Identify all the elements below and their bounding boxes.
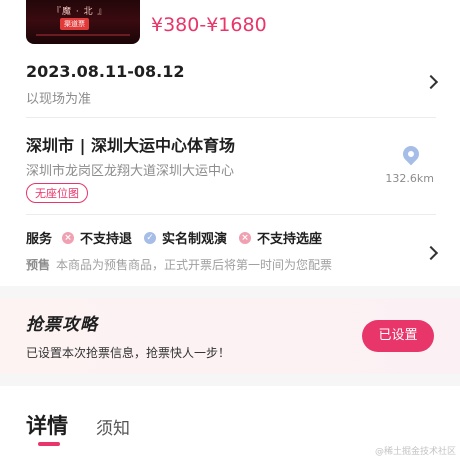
chevron-right-icon: [423, 245, 439, 261]
strategy-title: 抢票攻略: [26, 315, 98, 335]
venue-name: 深圳市 | 深圳大运中心体育场: [26, 136, 235, 155]
presale-text: 本商品为预售商品，正式开票后将第一时间为您配票: [56, 258, 333, 272]
service-item-no-seat-selection: × 不支持选座: [239, 228, 322, 247]
poster-decoration: [36, 34, 130, 36]
active-tab-indicator: [38, 442, 60, 446]
divider: [26, 117, 436, 118]
service-row[interactable]: 服务 × 不支持退 ✓ 实名制观演 × 不支持选座 预售 本商品为预售商品，正式开…: [0, 218, 460, 284]
date-note: 以现场为准: [26, 92, 92, 107]
poster-title-text: 『魔 · 北 』: [52, 7, 108, 17]
watermark: @稀土掘金技术社区: [374, 447, 456, 457]
event-date: 2023.08.11-08.12: [26, 62, 185, 81]
poster-badge: 渠道票: [60, 18, 89, 30]
event-poster-image[interactable]: 『魔 · 北 』 渠道票: [26, 0, 140, 44]
strategy-description: 已设置本次抢票信息，抢票快人一步！: [26, 346, 231, 360]
presale-label: 预售: [26, 258, 51, 272]
tab-notice[interactable]: 须知: [96, 414, 130, 439]
cross-icon: ×: [62, 231, 75, 244]
venue-row[interactable]: 深圳市 | 深圳大运中心体育场 深圳市龙岗区龙翔大道深圳大运中心 无座位图 13…: [0, 120, 460, 215]
service-item-text: 实名制观演: [162, 232, 228, 247]
price-range: ¥380-¥1680: [151, 14, 267, 36]
check-icon: ✓: [144, 231, 157, 244]
seat-map-tag: 无座位图: [26, 183, 88, 203]
service-item-text: 不支持退: [80, 232, 133, 247]
service-item-real-name: ✓ 实名制观演: [144, 228, 227, 247]
venue-distance: 132.6km: [385, 172, 434, 185]
service-item-text: 不支持选座: [257, 232, 323, 247]
tab-details[interactable]: 详情: [26, 410, 68, 440]
service-label: 服务: [26, 232, 53, 247]
chevron-right-icon: [423, 74, 439, 90]
service-item-no-refund: × 不支持退: [62, 228, 132, 247]
event-header: 『魔 · 北 』 渠道票 ¥380-¥1680: [0, 0, 460, 46]
cross-icon: ×: [239, 231, 252, 244]
detail-tabs: 详情 须知 @稀土掘金技术社区: [0, 386, 460, 460]
service-list: 服务 × 不支持退 ✓ 实名制观演 × 不支持选座: [26, 228, 334, 247]
ticket-strategy-banner: 抢票攻略 已设置本次抢票信息，抢票快人一步！ 已设置: [0, 298, 460, 374]
divider: [26, 214, 436, 215]
section-gap: [0, 286, 460, 298]
presale-info: 预售 本商品为预售商品，正式开票后将第一时间为您配票: [26, 256, 332, 273]
location-pin-icon[interactable]: [399, 142, 423, 166]
strategy-set-button[interactable]: 已设置: [362, 320, 434, 352]
venue-address: 深圳市龙岗区龙翔大道深圳大运中心: [26, 164, 235, 179]
section-gap: [0, 374, 460, 386]
date-row[interactable]: 2023.08.11-08.12 以现场为准: [0, 52, 460, 118]
